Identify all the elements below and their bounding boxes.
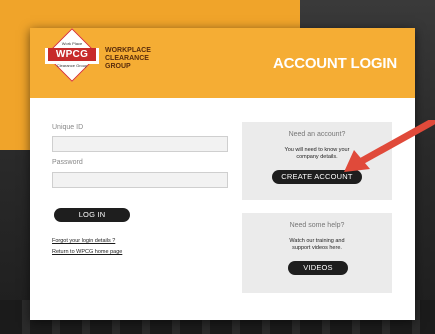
arrow-icon xyxy=(344,120,435,172)
login-button[interactable]: LOG IN xyxy=(54,208,130,222)
logo-bottom-text: Clearance Group xyxy=(56,63,88,68)
brand-line-3: GROUP xyxy=(105,63,131,70)
videos-button[interactable]: VIDEOS xyxy=(288,261,348,275)
help-text-line-2: support videos here. xyxy=(292,245,342,251)
help-text: Watch our training and support videos he… xyxy=(257,238,377,252)
help-text-line-1: Watch our training and xyxy=(289,238,345,244)
brand-name: WORKPLACE CLEARANCE GROUP xyxy=(105,47,185,71)
forgot-login-link[interactable]: Forgot your login details ? xyxy=(52,238,115,244)
brand-line-1: WORKPLACE xyxy=(105,47,151,54)
password-label: Password xyxy=(52,159,83,166)
password-input[interactable] xyxy=(52,172,228,188)
unique-id-label: Unique ID xyxy=(52,124,84,131)
page-title: ACCOUNT LOGIN xyxy=(272,55,397,72)
help-panel: Need some help? Watch our training and s… xyxy=(242,213,392,293)
return-home-link[interactable]: Return to WPCG home page xyxy=(52,249,122,255)
brand-line-2: CLEARANCE xyxy=(105,55,149,62)
logo-main-text: WPCG xyxy=(48,48,96,61)
card-header: Work Place WPCG Clearance Group WORKPLAC… xyxy=(30,28,415,98)
unique-id-input[interactable] xyxy=(52,136,228,152)
logo-top-text: Work Place xyxy=(61,41,83,46)
help-title: Need some help? xyxy=(289,222,345,229)
